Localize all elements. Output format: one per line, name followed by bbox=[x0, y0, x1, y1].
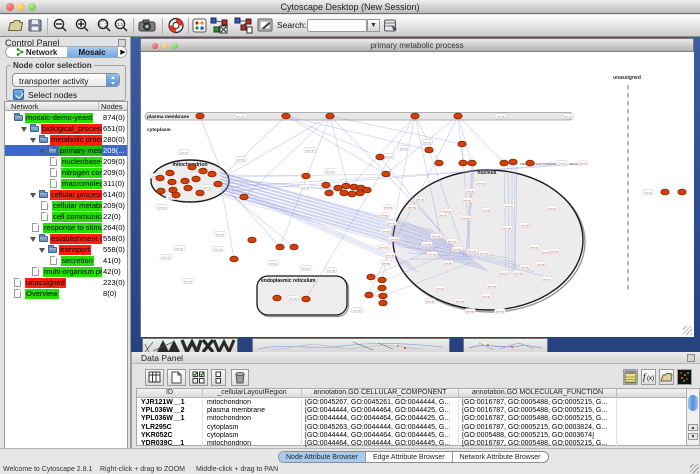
svg-text:[trn a]: [trn a] bbox=[444, 261, 452, 265]
svg-text:[trn a]: [trn a] bbox=[462, 216, 470, 220]
svg-text:[trn a]: [trn a] bbox=[428, 252, 436, 256]
svg-text:[trn a]: [trn a] bbox=[466, 189, 474, 193]
svg-text:[trn a]: [trn a] bbox=[382, 261, 390, 265]
svg-text:[trn a]: [trn a] bbox=[237, 157, 245, 161]
svg-text:[trn a]: [trn a] bbox=[537, 262, 545, 266]
svg-text:[trn a]: [trn a] bbox=[463, 198, 471, 202]
svg-text:[trn a]: [trn a] bbox=[477, 181, 485, 185]
svg-text:[trn a]: [trn a] bbox=[503, 226, 511, 230]
svg-text:[trn a]: [trn a] bbox=[530, 245, 538, 249]
svg-text:[trn a]: [trn a] bbox=[550, 249, 558, 253]
svg-text:[trn a]: [trn a] bbox=[564, 114, 572, 118]
svg-text:[trn a]: [trn a] bbox=[497, 114, 505, 118]
svg-text:[trn a]: [trn a] bbox=[385, 154, 393, 158]
svg-text:[trn a]: [trn a] bbox=[384, 205, 392, 209]
svg-text:[trn a]: [trn a] bbox=[579, 161, 587, 165]
svg-text:nucleus: nucleus bbox=[478, 170, 497, 176]
svg-text:[trn a]: [trn a] bbox=[326, 169, 334, 173]
svg-text:[trn a]: [trn a] bbox=[302, 266, 310, 270]
svg-text:plasma membrane: plasma membrane bbox=[147, 114, 189, 120]
svg-text:[trn a]: [trn a] bbox=[408, 205, 416, 209]
svg-text:[trn a]: [trn a] bbox=[488, 284, 496, 288]
svg-text:[trn a]: [trn a] bbox=[184, 279, 192, 283]
svg-text:[trn a]: [trn a] bbox=[236, 114, 244, 118]
svg-text:[trn a]: [trn a] bbox=[521, 223, 529, 227]
svg-text:[trn a]: [trn a] bbox=[180, 150, 188, 154]
svg-text:[trn a]: [trn a] bbox=[466, 309, 474, 313]
svg-text:[trn a]: [trn a] bbox=[505, 204, 513, 208]
svg-text:[trn a]: [trn a] bbox=[500, 271, 508, 275]
svg-text:[trn a]: [trn a] bbox=[382, 229, 390, 233]
svg-text:(x): (x) bbox=[647, 376, 654, 382]
svg-text:[trn a]: [trn a] bbox=[379, 245, 387, 249]
svg-text:[trn a]: [trn a] bbox=[175, 246, 183, 250]
svg-text:unassigned: unassigned bbox=[613, 75, 641, 81]
svg-text:[trn a]: [trn a] bbox=[387, 221, 395, 225]
svg-text:[trn a]: [trn a] bbox=[432, 234, 440, 238]
svg-text:[trn a]: [trn a] bbox=[400, 146, 408, 150]
svg-text:[trn a]: [trn a] bbox=[269, 261, 277, 265]
svg-text:[trn a]: [trn a] bbox=[480, 251, 488, 255]
svg-text:[trn a]: [trn a] bbox=[216, 232, 224, 236]
svg-text:1:1: 1:1 bbox=[117, 22, 124, 27]
svg-text:[trn a]: [trn a] bbox=[468, 249, 476, 253]
svg-text:[trn a]: [trn a] bbox=[214, 247, 222, 251]
svg-text:[trn a]: [trn a] bbox=[456, 299, 464, 303]
svg-text:[trn a]: [trn a] bbox=[548, 206, 556, 210]
svg-text:[trn a]: [trn a] bbox=[380, 213, 388, 217]
svg-text:[trn a]: [trn a] bbox=[426, 299, 434, 303]
svg-text:[trn a]: [trn a] bbox=[453, 247, 461, 251]
svg-text:endoplasmic reticulum: endoplasmic reticulum bbox=[261, 278, 316, 284]
svg-text:[trn a]: [trn a] bbox=[301, 185, 309, 189]
svg-text:[trn a]: [trn a] bbox=[423, 140, 431, 144]
svg-text:[trn a]: [trn a] bbox=[162, 255, 170, 259]
svg-text:[trn a]: [trn a] bbox=[496, 309, 504, 313]
svg-text:[trn a]: [trn a] bbox=[353, 308, 361, 312]
svg-text:[trn a]: [trn a] bbox=[289, 296, 297, 300]
svg-text:[trn a]: [trn a] bbox=[644, 190, 652, 194]
svg-text:[trn a]: [trn a] bbox=[514, 271, 522, 275]
svg-text:[trn a]: [trn a] bbox=[448, 239, 456, 243]
svg-text:[trn a]: [trn a] bbox=[436, 286, 444, 290]
svg-text:[trn a]: [trn a] bbox=[482, 294, 490, 298]
svg-text:[trn a]: [trn a] bbox=[521, 265, 529, 269]
svg-text:[trn a]: [trn a] bbox=[416, 197, 424, 201]
svg-text:[trn a]: [trn a] bbox=[482, 208, 490, 212]
svg-text:[trn a]: [trn a] bbox=[558, 161, 566, 165]
svg-text:[trn a]: [trn a] bbox=[386, 253, 394, 257]
svg-text:[trn a]: [trn a] bbox=[390, 237, 398, 241]
svg-text:cytoplasm: cytoplasm bbox=[147, 127, 171, 133]
svg-text:[trn a]: [trn a] bbox=[423, 242, 431, 246]
svg-text:[trn a]: [trn a] bbox=[327, 268, 335, 272]
svg-text:[trn a]: [trn a] bbox=[306, 148, 314, 152]
svg-text:[trn a]: [trn a] bbox=[158, 205, 166, 209]
svg-text:[trn a]: [trn a] bbox=[203, 185, 211, 189]
svg-text:[trn a]: [trn a] bbox=[439, 213, 447, 217]
svg-text:[trn a]: [trn a] bbox=[543, 277, 551, 281]
